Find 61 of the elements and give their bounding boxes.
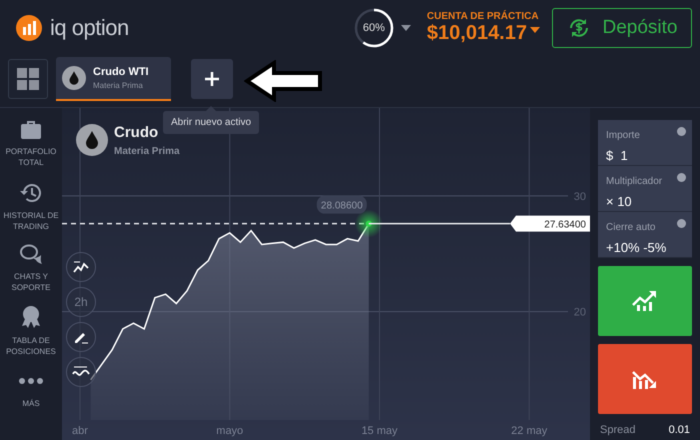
annotation: 27.63400 xyxy=(544,220,586,231)
price-tag: 27.63400 xyxy=(368,216,590,232)
add-asset-button[interactable] xyxy=(191,59,233,99)
trade-field[interactable]: Cierre auto +10% -5% xyxy=(598,212,692,258)
more-icon xyxy=(19,378,43,384)
progress-ring[interactable] xyxy=(352,7,395,49)
chat-icon xyxy=(19,243,43,266)
field-label: Multiplicador xyxy=(606,176,662,187)
high-label: 28.08600 xyxy=(316,196,367,214)
chart-tool-button[interactable] xyxy=(66,322,96,352)
x-tick-label: 15 may xyxy=(361,425,398,437)
trade-field[interactable]: Multiplicador × 10 xyxy=(598,166,692,212)
logo-icon xyxy=(16,15,42,41)
annotation: 28.08600 xyxy=(320,200,364,212)
chart-tool-button[interactable] xyxy=(66,252,96,282)
chart-type-icon xyxy=(73,260,89,274)
medal-icon xyxy=(20,304,42,329)
spread-value: 0.01 xyxy=(668,424,690,436)
x-tick-label: abr xyxy=(72,425,88,437)
sell-button[interactable] xyxy=(598,344,692,414)
sidebar-item[interactable]: TABLA DE POSICIONES xyxy=(3,334,59,357)
chart-tool-button[interactable]: 2h xyxy=(66,287,96,317)
buy-button[interactable] xyxy=(598,266,692,336)
sidebar-item[interactable]: MÁS xyxy=(3,398,59,410)
y-tick-label: 30 xyxy=(574,190,586,203)
asset-category: Materia Prima xyxy=(114,146,180,157)
grid-button[interactable] xyxy=(8,59,48,99)
logo-text: iq option xyxy=(50,15,129,41)
trade-field[interactable]: Importe $ 1 xyxy=(598,120,692,166)
caret-icon[interactable] xyxy=(400,25,411,31)
field-label: Cierre auto xyxy=(606,222,656,233)
x-tick-label: mayo xyxy=(216,425,244,437)
tooltip: Abrir nuevo activo xyxy=(163,111,260,134)
x-tick-label: 22 may xyxy=(511,425,548,437)
history-icon xyxy=(19,182,43,204)
asset-tab[interactable]: Crudo WTI Materia Prima xyxy=(56,57,171,101)
plus-icon xyxy=(205,72,219,86)
field-value: × 10 xyxy=(606,194,633,209)
trend-down-icon xyxy=(632,369,658,389)
progress-label: 60% xyxy=(362,22,385,34)
deposit-button[interactable]: Depósito xyxy=(552,8,692,48)
field-value: +10% -5% xyxy=(606,240,668,255)
indicator-icon xyxy=(72,365,90,379)
oil-drop-icon xyxy=(62,66,86,90)
account-balance[interactable]: $10,014.17 xyxy=(426,22,527,45)
arrow-icon xyxy=(244,60,324,102)
account-label: CUENTA DE PRÁCTICA xyxy=(426,11,540,22)
field-label: Importe xyxy=(606,130,640,141)
sidebar-item[interactable]: HISTORIAL DE TRADING xyxy=(3,210,59,232)
grid-icon xyxy=(17,68,39,90)
spread-label: Spread xyxy=(600,424,636,436)
field-value: $ 1 xyxy=(606,148,629,163)
briefcase-icon xyxy=(20,120,42,140)
asset-title: Crudo xyxy=(114,124,160,141)
caret-icon[interactable] xyxy=(530,27,540,33)
current-point xyxy=(366,220,372,227)
sidebar-item[interactable]: PORTAFOLIO TOTAL xyxy=(3,146,59,168)
chart-tool-button[interactable] xyxy=(66,357,96,387)
sidebar-item[interactable]: CHATS Y SOPORTE xyxy=(3,271,59,294)
trend-up-icon xyxy=(632,291,658,311)
oil-drop-icon xyxy=(76,124,108,156)
